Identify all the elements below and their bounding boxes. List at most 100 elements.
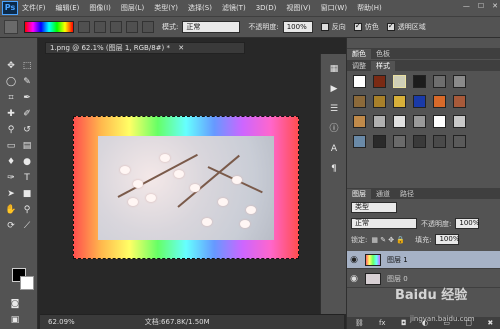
tab-color[interactable]: 颜色 (347, 48, 371, 59)
character-icon[interactable]: A (327, 144, 341, 154)
path-select-tool-icon[interactable]: ➤ (4, 188, 18, 200)
gradient-tool-preset-icon[interactable] (4, 20, 18, 34)
menu-select[interactable]: 选择(S) (188, 3, 212, 13)
menu-help[interactable]: 帮助(H) (357, 3, 382, 13)
healing-tool-icon[interactable]: ✚ (4, 108, 18, 120)
blend-mode-select[interactable]: 正常 (351, 218, 417, 229)
menu-layer[interactable]: 图层(L) (121, 3, 144, 13)
tab-swatches[interactable]: 色板 (371, 49, 395, 59)
delete-icon[interactable]: ✖ (487, 319, 493, 327)
menu-3d[interactable]: 3D(D) (256, 4, 277, 12)
actions-icon[interactable]: ▶ (327, 84, 341, 94)
mask-icon[interactable]: ◘ (401, 319, 407, 327)
ruler-tool-icon[interactable]: ⟋ (20, 220, 34, 232)
style-swatch[interactable] (353, 115, 366, 128)
style-swatch[interactable] (393, 95, 406, 108)
tab-layers[interactable]: 图层 (347, 188, 371, 199)
radial-gradient-icon[interactable] (94, 21, 106, 33)
angle-gradient-icon[interactable] (110, 21, 122, 33)
dodge-tool-icon[interactable]: ● (20, 156, 34, 168)
fill-input[interactable]: 100% (435, 234, 459, 245)
menu-view[interactable]: 视图(V) (286, 3, 310, 13)
visibility-eye-icon[interactable]: ◉ (347, 255, 361, 265)
properties-icon[interactable]: ☰ (327, 104, 341, 114)
menu-filter[interactable]: 滤镜(T) (222, 3, 246, 13)
lock-pixels-icon[interactable]: ▦ ✎ ✥ 🔒 (371, 236, 405, 244)
move-tool-icon[interactable]: ✥ (4, 60, 18, 72)
history-icon[interactable]: ▦ (327, 64, 341, 74)
style-swatch[interactable] (433, 95, 446, 108)
opacity-input[interactable]: 100% (282, 21, 313, 33)
blur-tool-icon[interactable]: ♦ (4, 156, 18, 168)
style-swatch[interactable] (393, 115, 406, 128)
menu-file[interactable]: 文件(F) (22, 3, 46, 13)
close-icon[interactable]: ✕ (492, 2, 498, 10)
menu-window[interactable]: 窗口(W) (321, 3, 347, 13)
mode-select[interactable]: 正常 (182, 21, 241, 33)
style-swatch[interactable] (393, 75, 406, 88)
paragraph-icon[interactable]: ¶ (327, 164, 341, 174)
style-swatch[interactable] (353, 75, 366, 88)
clone-tool-icon[interactable]: ⚲ (4, 124, 18, 136)
background-color[interactable] (20, 276, 34, 290)
history-brush-tool-icon[interactable]: ↺ (20, 124, 34, 136)
lasso-tool-icon[interactable]: ◯ (4, 76, 18, 88)
canvas-area[interactable] (40, 54, 344, 314)
style-swatch[interactable] (413, 135, 426, 148)
style-swatch[interactable] (373, 95, 386, 108)
style-swatch[interactable] (413, 95, 426, 108)
canvas-image[interactable] (73, 116, 299, 259)
crop-tool-icon[interactable]: ⌗ (4, 92, 18, 104)
transparency-checkbox[interactable] (386, 21, 395, 31)
reverse-checkbox[interactable] (320, 23, 329, 31)
style-swatch[interactable] (413, 75, 426, 88)
hand-tool-icon[interactable]: ✋ (4, 204, 18, 216)
quick-select-tool-icon[interactable]: ✎ (20, 76, 34, 88)
type-tool-icon[interactable]: T (20, 172, 34, 184)
style-swatch[interactable] (413, 115, 426, 128)
screen-mode-icon[interactable]: ▣ (8, 314, 22, 326)
style-swatch[interactable] (353, 135, 366, 148)
close-document-icon[interactable]: ✕ (178, 44, 184, 52)
style-swatch[interactable] (433, 75, 446, 88)
style-swatch[interactable] (453, 75, 466, 88)
maximize-icon[interactable]: ☐ (478, 2, 484, 10)
reflected-gradient-icon[interactable] (126, 21, 138, 33)
eraser-tool-icon[interactable]: ▭ (4, 140, 18, 152)
link-icon[interactable]: ⛓ (355, 319, 364, 327)
minimize-icon[interactable]: — (463, 2, 470, 10)
gradient-preview[interactable] (24, 21, 74, 33)
zoom-tool-icon[interactable]: ⚲ (20, 204, 34, 216)
dither-checkbox[interactable] (353, 21, 362, 31)
layer-row-1[interactable]: ◉ 图层 1 (347, 251, 500, 269)
style-swatch[interactable] (453, 95, 466, 108)
eyedropper-tool-icon[interactable]: ✒ (20, 92, 34, 104)
tab-paths[interactable]: 路径 (395, 189, 419, 199)
style-swatch[interactable] (353, 95, 366, 108)
menu-type[interactable]: 类型(Y) (154, 3, 178, 13)
style-swatch[interactable] (453, 135, 466, 148)
linear-gradient-icon[interactable] (78, 21, 90, 33)
zoom-level[interactable]: 62.09% (48, 318, 75, 326)
style-swatch[interactable] (433, 115, 446, 128)
fx-icon[interactable]: fx (379, 319, 386, 327)
visibility-eye-icon[interactable]: ◉ (347, 274, 361, 284)
menu-image[interactable]: 图像(I) (89, 3, 111, 13)
tab-styles[interactable]: 样式 (371, 60, 395, 71)
marquee-tool-icon[interactable]: ⬚ (20, 60, 34, 72)
tab-adjustments[interactable]: 调整 (347, 61, 371, 71)
shape-tool-icon[interactable]: ■ (20, 188, 34, 200)
style-swatch[interactable] (373, 115, 386, 128)
brush-tool-icon[interactable]: ✐ (20, 108, 34, 120)
style-swatch[interactable] (373, 135, 386, 148)
style-swatch[interactable] (453, 115, 466, 128)
style-swatch[interactable] (433, 135, 446, 148)
layer-opacity-input[interactable]: 100% (455, 218, 479, 229)
style-swatch[interactable] (393, 135, 406, 148)
quick-mask-icon[interactable]: ◙ (8, 298, 22, 310)
style-swatch[interactable] (373, 75, 386, 88)
menu-edit[interactable]: 编辑(E) (56, 3, 80, 13)
layer-kind-select[interactable]: 类型 (351, 202, 397, 213)
rotate-view-tool-icon[interactable]: ⟳ (4, 220, 18, 232)
document-tab[interactable]: 1.png @ 62.1% (图层 1, RGB/8#) * ✕ (45, 42, 245, 54)
